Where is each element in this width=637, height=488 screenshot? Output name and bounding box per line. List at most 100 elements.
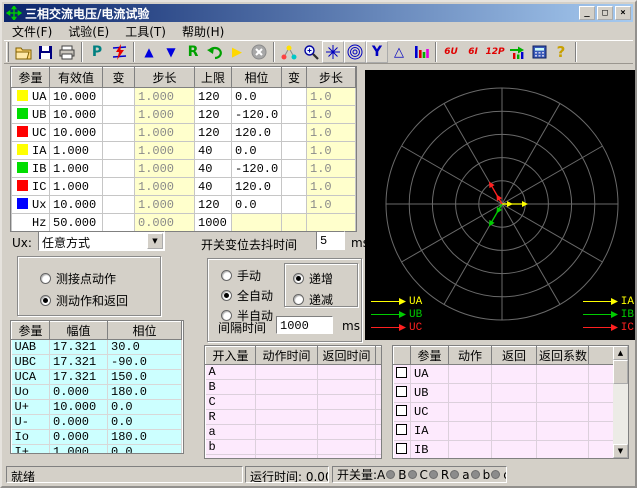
rms-cell[interactable]: 10.000 <box>50 196 103 214</box>
lower-button[interactable]: ▼ <box>160 41 182 63</box>
limit-cell[interactable]: 1000 <box>195 214 232 232</box>
scroll-up-icon[interactable]: ▲ <box>613 346 628 360</box>
harmonic-button[interactable] <box>410 41 432 63</box>
step2-cell[interactable]: 1.0 <box>307 142 356 160</box>
var2-cell[interactable] <box>282 178 307 196</box>
phase-cell[interactable]: 0.0 <box>232 196 282 214</box>
phase-cell[interactable]: 0.0 <box>232 142 282 160</box>
phase-cell[interactable]: -120.0 <box>232 106 282 124</box>
print-button[interactable] <box>56 41 78 63</box>
interval-input[interactable]: 1000 <box>276 316 333 334</box>
phase-cell[interactable]: 0.0 <box>232 88 282 106</box>
var-cell[interactable] <box>103 160 135 178</box>
undo-button[interactable] <box>204 41 226 63</box>
limit-cell[interactable]: 40 <box>195 142 232 160</box>
scroll-down-icon[interactable]: ▼ <box>613 444 628 458</box>
phasor-view-button[interactable] <box>322 41 344 63</box>
var-cell[interactable] <box>103 142 135 160</box>
6u-button[interactable]: 6U <box>440 41 462 63</box>
phase-cell[interactable]: 120.0 <box>232 178 282 196</box>
checkbox-icon[interactable] <box>396 386 407 397</box>
checkbox-icon[interactable] <box>396 367 407 378</box>
test-mode-option[interactable]: 测接点动作 <box>40 270 128 287</box>
ux-mode-select[interactable]: 任意方式 ▼ <box>38 231 165 251</box>
p-setting-button[interactable]: P <box>86 41 108 63</box>
rms-cell[interactable]: 10.000 <box>50 106 103 124</box>
checkbox-icon[interactable] <box>396 405 407 416</box>
step-cell[interactable]: 1.000 <box>135 88 195 106</box>
step-cell[interactable]: 1.000 <box>135 160 195 178</box>
open-button[interactable] <box>12 41 34 63</box>
calculator-button[interactable] <box>528 41 550 63</box>
rms-cell[interactable]: 10.000 <box>50 124 103 142</box>
zoom-button[interactable] <box>300 41 322 63</box>
step-cell[interactable]: 1.000 <box>135 196 195 214</box>
y-connection-button[interactable]: Y <box>366 41 388 63</box>
limit-cell[interactable]: 40 <box>195 178 232 196</box>
auto-mode-option[interactable]: 手动 <box>221 267 273 284</box>
result-scrollbar[interactable]: ▲ ▼ <box>613 346 628 458</box>
checkbox-icon[interactable] <box>396 443 407 454</box>
rms-cell[interactable]: 1.000 <box>50 160 103 178</box>
raise-button[interactable]: ▲ <box>138 41 160 63</box>
checkbox-icon[interactable] <box>396 424 407 435</box>
close-button[interactable]: × <box>615 6 631 20</box>
var2-cell[interactable] <box>282 160 307 178</box>
6i-button[interactable]: 6I <box>462 41 484 63</box>
menu-tools[interactable]: 工具(T) <box>117 22 174 41</box>
delta-connection-button[interactable]: △ <box>388 41 410 63</box>
stop-button[interactable] <box>248 41 270 63</box>
phase-cell[interactable]: 120.0 <box>232 124 282 142</box>
circle-view-button[interactable] <box>344 41 366 63</box>
var2-cell[interactable] <box>282 214 307 232</box>
limit-cell[interactable]: 120 <box>195 88 232 106</box>
var-cell[interactable] <box>103 106 135 124</box>
radio-icon[interactable] <box>221 290 232 301</box>
phase-cell[interactable]: -120.0 <box>232 160 282 178</box>
radio-icon[interactable] <box>40 295 51 306</box>
wiring-button[interactable] <box>278 41 300 63</box>
step-cell[interactable]: 1.000 <box>135 124 195 142</box>
var-cell[interactable] <box>103 88 135 106</box>
step2-cell[interactable]: 1.0 <box>307 124 356 142</box>
scrollbar-thumb[interactable] <box>613 360 628 384</box>
menu-help[interactable]: 帮助(H) <box>174 22 232 41</box>
phase-cell[interactable] <box>232 214 282 232</box>
help-button[interactable]: ? <box>550 41 572 63</box>
limit-cell[interactable]: 40 <box>195 160 232 178</box>
var2-cell[interactable] <box>282 196 307 214</box>
var2-cell[interactable] <box>282 106 307 124</box>
step2-cell[interactable] <box>307 214 356 232</box>
radio-icon[interactable] <box>293 294 304 305</box>
minimize-button[interactable]: _ <box>579 6 595 20</box>
12p-button[interactable]: 12P <box>484 41 506 63</box>
rms-cell[interactable]: 1.000 <box>50 178 103 196</box>
radio-icon[interactable] <box>221 270 232 281</box>
limit-cell[interactable]: 120 <box>195 196 232 214</box>
save-button[interactable] <box>34 41 56 63</box>
chevron-down-icon[interactable]: ▼ <box>147 233 163 249</box>
reset-button[interactable]: R <box>182 41 204 63</box>
var2-cell[interactable] <box>282 124 307 142</box>
var-cell[interactable] <box>103 214 135 232</box>
step2-cell[interactable]: 1.0 <box>307 88 356 106</box>
step-cell[interactable]: 1.000 <box>135 142 195 160</box>
limit-cell[interactable]: 120 <box>195 124 232 142</box>
step-cell[interactable]: 1.000 <box>135 106 195 124</box>
step-cell[interactable]: 1.000 <box>135 178 195 196</box>
start-button[interactable]: ▶ <box>226 41 248 63</box>
var-cell[interactable] <box>103 178 135 196</box>
debounce-input[interactable]: 5 <box>316 231 345 250</box>
output-button[interactable] <box>506 41 528 63</box>
rms-cell[interactable]: 10.000 <box>50 88 103 106</box>
rms-cell[interactable]: 1.000 <box>50 142 103 160</box>
var-cell[interactable] <box>103 124 135 142</box>
radio-icon[interactable] <box>293 273 304 284</box>
test-mode-option[interactable]: 测动作和返回 <box>40 292 128 309</box>
toolbar-grip[interactable] <box>6 42 9 62</box>
menu-test[interactable]: 试验(E) <box>60 22 117 41</box>
var-cell[interactable] <box>103 196 135 214</box>
power-button[interactable] <box>108 41 130 63</box>
step-cell[interactable]: 0.000 <box>135 214 195 232</box>
direction-option[interactable]: 递增 <box>293 270 333 287</box>
